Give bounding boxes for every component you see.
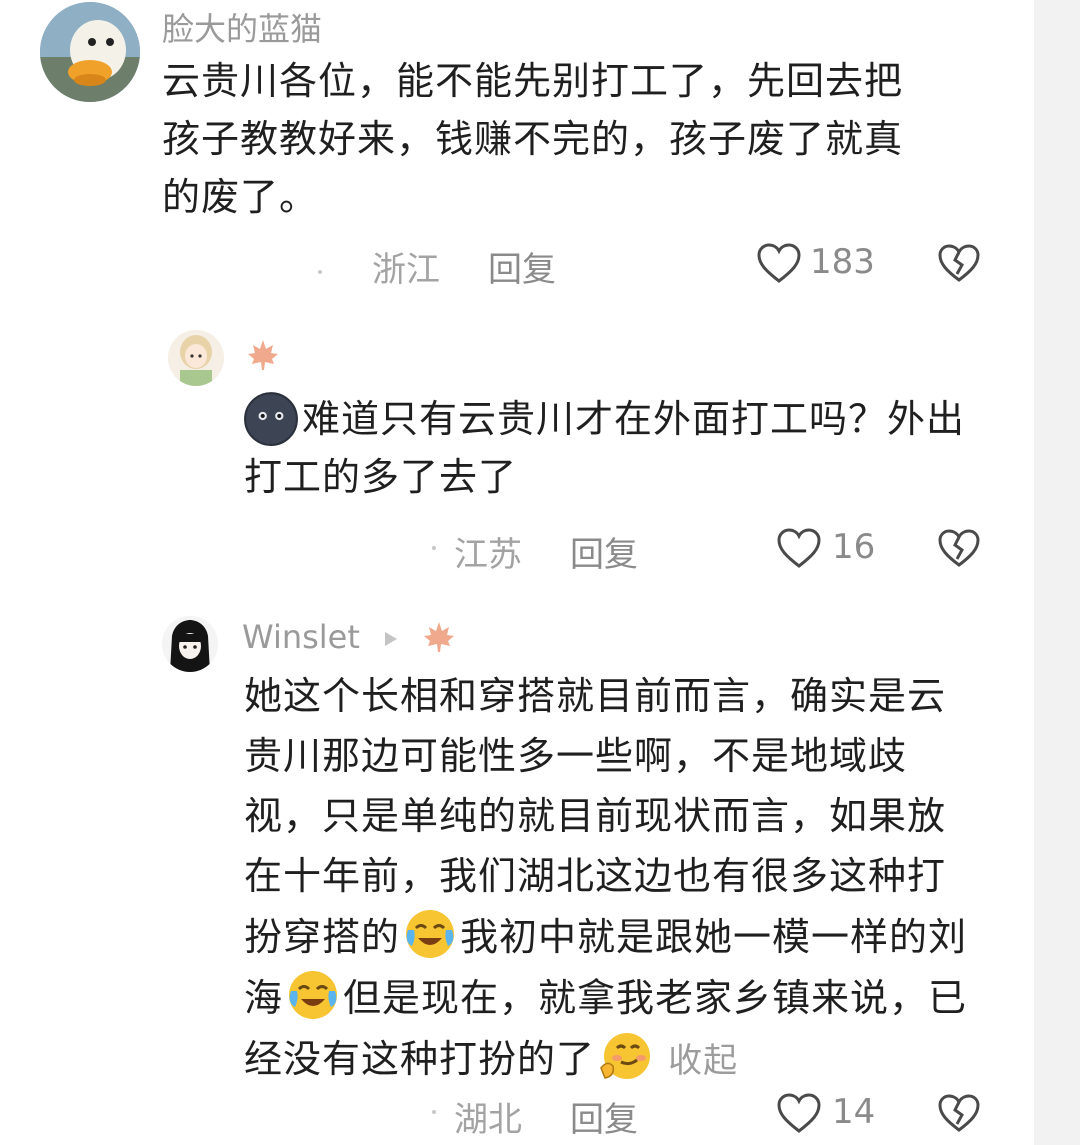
- heart-outline-icon[interactable]: [776, 1092, 822, 1134]
- smirk-shy-emoji-icon: [600, 1033, 651, 1079]
- crying-laughing-emoji-icon: [406, 910, 455, 958]
- comment-line-text: 难道只有云贵川才在外面打工吗？外出: [302, 397, 966, 441]
- reply-button[interactable]: 回复: [570, 1092, 638, 1141]
- avatar[interactable]: [168, 330, 224, 386]
- like-count: 16: [832, 527, 876, 567]
- collapse-button[interactable]: 收起: [668, 1041, 738, 1081]
- avatar[interactable]: [40, 2, 140, 102]
- broken-heart-icon[interactable]: [937, 528, 981, 568]
- location: 江苏: [454, 535, 522, 575]
- maple-leaf-icon: [424, 622, 454, 652]
- comment-line-text: 扮穿搭的: [244, 915, 401, 959]
- comment-line-text: 海: [244, 976, 284, 1020]
- reply-button[interactable]: 回复: [488, 242, 556, 291]
- right-edge-panel: [1034, 0, 1080, 1145]
- dark-blob-emoji-icon: [244, 392, 298, 446]
- comment-line: 视，只是单纯的就目前现状而言，如果放: [244, 794, 947, 838]
- girl-avatar-icon: [168, 330, 224, 386]
- separator-dot: [432, 546, 436, 550]
- comment-line: 扮穿搭的 我初中就是跟她一模一样的刘: [244, 906, 1034, 967]
- comment-line: 经没有这种打扮的了 收起: [244, 1028, 1034, 1091]
- broken-heart-icon[interactable]: [937, 243, 981, 283]
- reply-button[interactable]: 回复: [570, 527, 638, 576]
- comment-line-text: 我初中就是跟她一模一样的刘: [460, 915, 968, 959]
- like-count: 14: [832, 1092, 876, 1132]
- duck-avatar-icon: [40, 2, 140, 102]
- separator-dot: [432, 1110, 436, 1114]
- comment-line: 难道只有云贵川才在外面打工吗？外出: [244, 388, 1034, 448]
- maple-leaf-icon: [248, 340, 278, 370]
- broken-heart-icon[interactable]: [937, 1093, 981, 1133]
- comment-line: 云贵川各位，能不能先别打工了，先回去把: [162, 59, 904, 103]
- separator-dot: [318, 270, 322, 274]
- comment-text: 难道只有云贵川才在外面打工吗？外出 打工的多了去了: [244, 388, 1034, 506]
- comment-line: 的废了。: [162, 175, 319, 219]
- comment-line: 贵川那边可能性多一些啊，不是地域歧: [244, 734, 908, 778]
- location: 湖北: [454, 1100, 522, 1140]
- comment-text: 她这个长相和穿搭就目前而言，确实是云 贵川那边可能性多一些啊，不是地域歧 视，只…: [244, 666, 1034, 1091]
- avatar[interactable]: [162, 616, 218, 672]
- heart-outline-icon[interactable]: [776, 527, 822, 569]
- comment-line-text: 但是现在，就拿我老家乡镇来说，已: [343, 976, 968, 1020]
- username[interactable]: 脸大的蓝猫: [162, 4, 322, 50]
- anime-avatar-icon: [162, 616, 218, 672]
- like-count: 183: [810, 242, 875, 282]
- crying-laughing-emoji-icon: [289, 971, 338, 1019]
- comment-line: 在十年前，我们湖北这边也有很多这种打: [244, 854, 947, 898]
- comment-text: 云贵川各位，能不能先别打工了，先回去把 孩子教教好来，钱赚不完的，孩子废了就真 …: [162, 52, 1022, 226]
- heart-outline-icon[interactable]: [756, 242, 802, 284]
- comment-line: 打工的多了去了: [244, 455, 518, 499]
- comment-line: 孩子教教好来，钱赚不完的，孩子废了就真: [162, 117, 904, 161]
- play-triangle-icon: [385, 632, 397, 646]
- username[interactable]: Winslet: [242, 618, 360, 656]
- comment-line: 海 但是现在，就拿我老家乡镇来说，已: [244, 967, 1034, 1028]
- comment-line: 她这个长相和穿搭就目前而言，确实是云: [244, 674, 947, 718]
- comment-line-text: 经没有这种打扮的了: [244, 1037, 596, 1081]
- location: 浙江: [372, 250, 440, 290]
